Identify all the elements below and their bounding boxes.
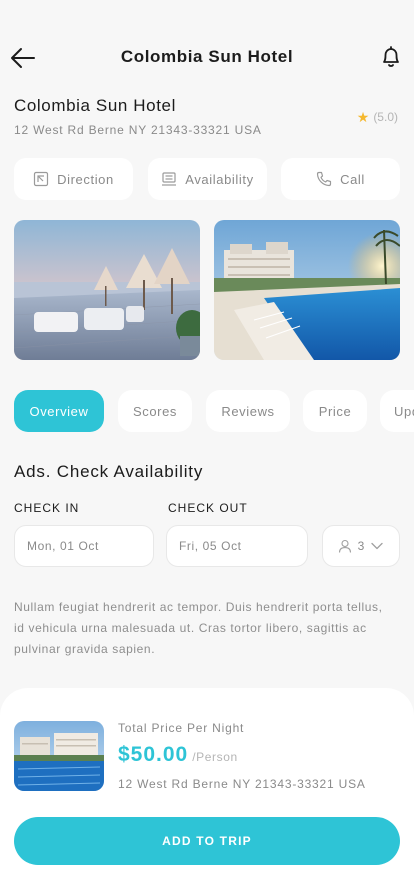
guest-count: 3 bbox=[357, 539, 365, 553]
check-in-field[interactable]: Mon, 01 Oct bbox=[14, 525, 154, 567]
resort-pool-photo[interactable] bbox=[214, 220, 400, 360]
hotel-address: 12 West Rd Berne NY 21343-33321 USA bbox=[14, 123, 262, 137]
booking-panel: Total Price Per Night $50.00 /Person 12 … bbox=[0, 688, 414, 896]
hotel-name: Colombia Sun Hotel bbox=[14, 96, 176, 115]
booking-address: 12 West Rd Berne NY 21343-33321 USA bbox=[118, 777, 366, 791]
star-icon: ★ bbox=[356, 109, 370, 125]
price-unit: /Person bbox=[192, 750, 238, 764]
hotel-rating: ★ (5.0) bbox=[357, 110, 398, 124]
check-in-label: CHECK IN bbox=[14, 501, 80, 515]
direction-button[interactable]: Direction bbox=[14, 158, 133, 200]
hotel-description: Nullam feugiat hendrerit ac tempor. Duis… bbox=[14, 600, 383, 656]
price-label: Total Price Per Night bbox=[118, 721, 245, 735]
check-out-label: CHECK OUT bbox=[168, 501, 248, 515]
call-button[interactable]: Call bbox=[281, 158, 400, 200]
availability-button[interactable]: Availability bbox=[148, 158, 267, 200]
price-amount: $50.00 bbox=[118, 743, 189, 766]
tab-bar: Overview Scores Reviews Price Upd bbox=[14, 390, 414, 432]
notifications-button[interactable] bbox=[380, 45, 402, 69]
guest-count-select[interactable]: 3 bbox=[322, 525, 400, 567]
tab-reviews[interactable]: Reviews bbox=[206, 390, 290, 432]
tab-updates[interactable]: Upd bbox=[380, 390, 414, 432]
rating-value: (5.0) bbox=[373, 110, 398, 124]
bell-icon bbox=[383, 46, 399, 67]
price-row: $50.00 /Person bbox=[118, 743, 238, 767]
direction-label: Direction bbox=[57, 171, 114, 187]
page-title: Colombia Sun Hotel bbox=[120, 47, 294, 66]
hotel-thumbnail bbox=[14, 721, 104, 791]
add-to-trip-button[interactable]: ADD TO TRIP bbox=[14, 817, 400, 865]
tab-price[interactable]: Price bbox=[303, 390, 367, 432]
chevron-down-icon bbox=[371, 542, 383, 550]
person-icon bbox=[338, 539, 351, 553]
seaside-terrace-photo[interactable] bbox=[14, 220, 200, 360]
phone-icon bbox=[316, 171, 332, 187]
tab-overview[interactable]: Overview bbox=[14, 390, 104, 432]
check-out-field[interactable]: Fri, 05 Oct bbox=[166, 525, 308, 567]
top-bar: Colombia Sun Hotel bbox=[0, 38, 414, 78]
availability-title: Ads. Check Availability bbox=[14, 462, 204, 481]
availability-icon bbox=[162, 172, 177, 186]
availability-label: Availability bbox=[185, 171, 254, 187]
tab-scores[interactable]: Scores bbox=[118, 390, 192, 432]
action-buttons: Direction Availability Call bbox=[14, 158, 400, 200]
direction-icon bbox=[34, 171, 49, 187]
call-label: Call bbox=[340, 171, 365, 187]
